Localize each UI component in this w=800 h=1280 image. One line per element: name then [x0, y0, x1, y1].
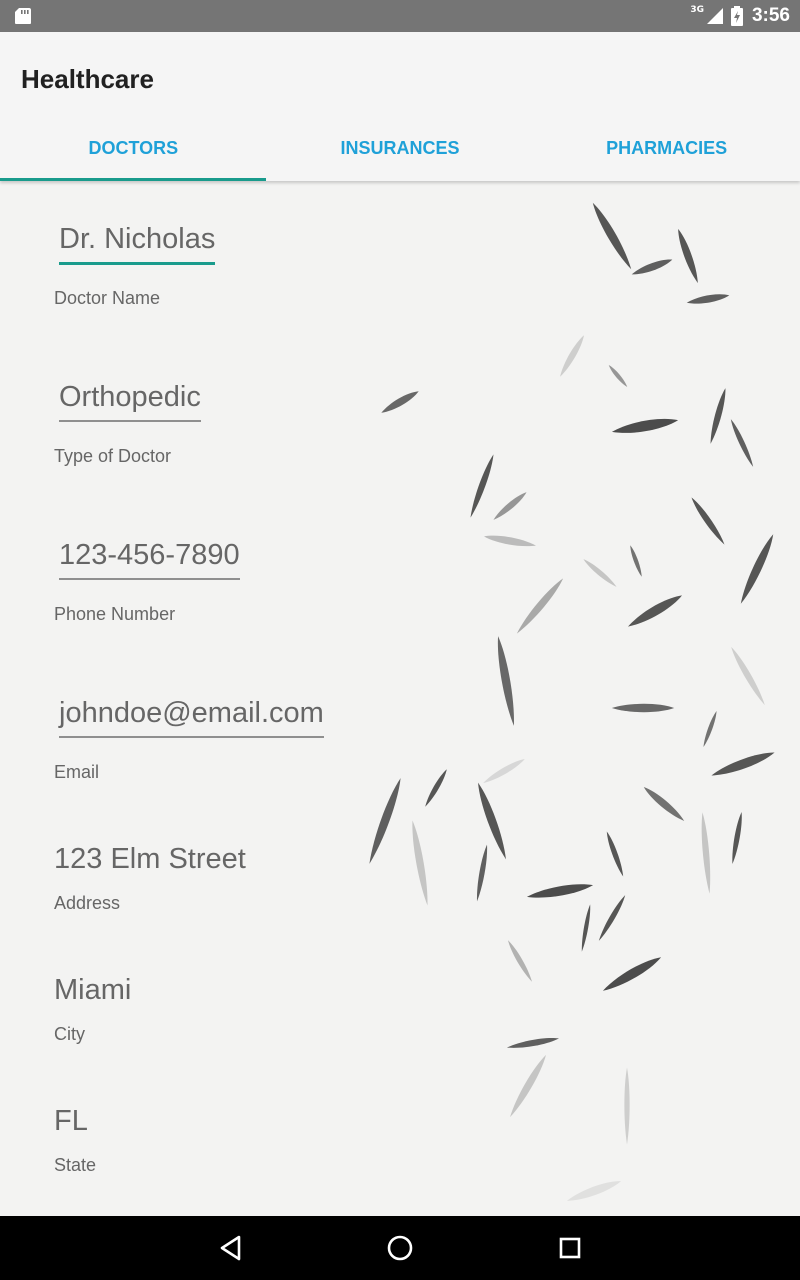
status-bar: 3G 3:56	[0, 0, 800, 32]
phone-input[interactable]: 123-456-7890	[59, 539, 240, 580]
battery-icon	[730, 6, 743, 26]
app-title: Healthcare	[21, 64, 154, 94]
sd-card-icon	[15, 8, 31, 24]
doctor-form: Dr. Nicholas Doctor Name Orthopedic Type…	[0, 181, 800, 1216]
clock: 3:56	[751, 5, 790, 26]
doctor-name-input[interactable]: Dr. Nicholas	[59, 223, 216, 265]
recents-icon[interactable]	[552, 1230, 588, 1266]
tab-insurances[interactable]: INSURANCES	[267, 116, 534, 181]
doctor-name-label: Doctor Name	[54, 288, 161, 308]
tab-doctors[interactable]: DOCTORS	[0, 116, 267, 181]
selected-tab-indicator	[0, 178, 266, 181]
city-label: City	[54, 1024, 85, 1044]
app-bar: Healthcare DOCTORS INSURANCES PHARMACIES	[0, 32, 800, 181]
email-label: Email	[54, 762, 100, 782]
back-icon[interactable]	[212, 1230, 248, 1266]
home-icon[interactable]	[382, 1230, 418, 1266]
tab-bar: DOCTORS INSURANCES PHARMACIES	[0, 116, 800, 181]
tab-pharmacies[interactable]: PHARMACIES	[533, 116, 800, 181]
city-value: Miami	[54, 974, 132, 1006]
address-value: 123 Elm Street	[54, 843, 246, 875]
email-input[interactable]: johndoe@email.com	[59, 697, 324, 738]
phone-label: Phone Number	[54, 604, 176, 624]
navigation-bar	[0, 1216, 800, 1280]
doctor-type-label: Type of Doctor	[54, 446, 172, 466]
address-label: Address	[54, 893, 121, 913]
signal-icon	[706, 8, 723, 24]
state-label: State	[54, 1155, 97, 1175]
doctor-type-input[interactable]: Orthopedic	[59, 381, 201, 422]
state-value: FL	[54, 1105, 88, 1137]
network-type-label: 3G	[690, 5, 704, 15]
